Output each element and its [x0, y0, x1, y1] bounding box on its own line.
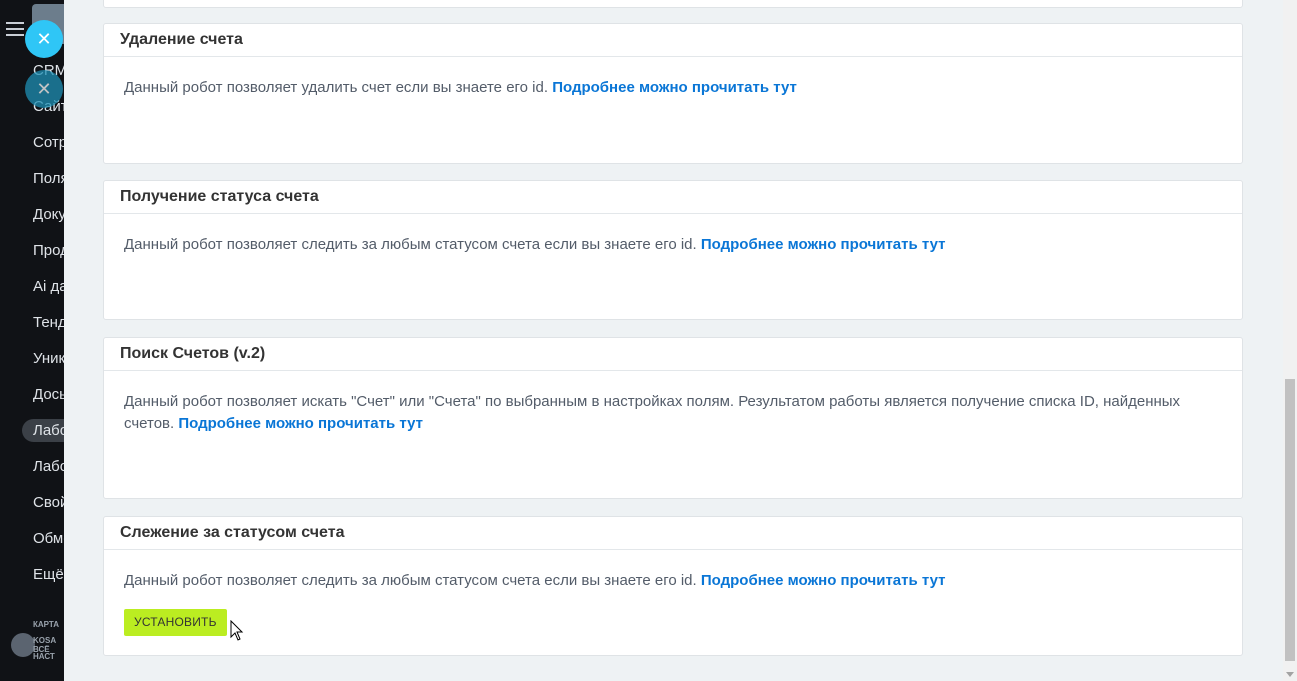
globe-icon [11, 633, 35, 657]
scroll-down-icon[interactable] [1286, 672, 1294, 677]
footer-text: КАРТА [33, 620, 60, 629]
robots-panel: Удаление счета Данный робот позволяет уд… [64, 0, 1283, 681]
card-description: Данный робот позволяет следить за любым … [104, 214, 1242, 256]
sidebar-item[interactable]: Досье [33, 386, 64, 403]
menu-icon[interactable] [6, 22, 24, 36]
card-description: Данный робот позволяет удалить счет если… [104, 57, 1242, 99]
robot-card-invoice-status: Получение статуса счета Данный робот поз… [103, 180, 1243, 320]
card-text: Данный робот позволяет следить за любым … [124, 236, 701, 253]
card-title: Слежение за статусом счета [104, 517, 1242, 550]
sidebar-item[interactable]: Ещё [33, 566, 64, 583]
sidebar-item[interactable]: Поля [33, 170, 64, 187]
card-description: Данный робот позволяет следить за любым … [104, 550, 1242, 636]
footer-text: НАСТ [33, 652, 55, 661]
robot-card-search-invoices: Поиск Счетов (v.2) Данный робот позволяе… [103, 337, 1243, 499]
sidebar-item[interactable]: Продажи [33, 242, 64, 259]
robot-card-track-invoice-status: Слежение за статусом счета Данный робот … [103, 516, 1243, 656]
close-icon[interactable]: ✕ [25, 20, 63, 58]
close-icon[interactable]: ✕ [25, 70, 63, 108]
more-info-link[interactable]: Подробнее можно прочитать тут [701, 236, 946, 253]
card-text: Данный робот позволяет удалить счет если… [124, 79, 553, 96]
scrollbar-thumb[interactable] [1285, 379, 1295, 661]
sidebar-item[interactable]: Свойства [33, 494, 64, 511]
robot-card-delete-invoice: Удаление счета Данный робот позволяет уд… [103, 23, 1243, 164]
card-description: Данный робот позволяет искать "Счет" или… [104, 371, 1242, 435]
card-title: Поиск Счетов (v.2) [104, 338, 1242, 371]
install-button[interactable]: УСТАНОВИТЬ [124, 609, 227, 636]
sidebar-item[interactable]: Обмен [33, 530, 64, 547]
sidebar-item[interactable]: Лаборатория [33, 458, 64, 475]
sidebar-item[interactable]: Уникальный [33, 350, 64, 367]
scrollbar[interactable] [1283, 0, 1297, 681]
more-info-link[interactable]: Подробнее можно прочитать тут [552, 79, 797, 96]
card-title: Получение статуса счета [104, 181, 1242, 214]
sidebar-item[interactable]: Документы [33, 206, 64, 223]
footer-text: KOSA [33, 636, 57, 645]
card-title: Удаление счета [104, 24, 1242, 57]
sidebar-item[interactable]: Тендеры [33, 314, 64, 331]
more-info-link[interactable]: Подробнее можно прочитать тут [178, 415, 423, 432]
card-text: Данный робот позволяет следить за любым … [124, 572, 701, 589]
sidebar-item[interactable]: Сотрудники [33, 134, 64, 151]
sidebar-item[interactable]: Ai данные [33, 278, 64, 295]
sidebar-item-active[interactable]: Лаборатория [22, 419, 64, 442]
robot-card-partial [103, 0, 1243, 8]
more-info-link[interactable]: Подробнее можно прочитать тут [701, 572, 946, 589]
mouse-cursor-icon [230, 620, 244, 641]
